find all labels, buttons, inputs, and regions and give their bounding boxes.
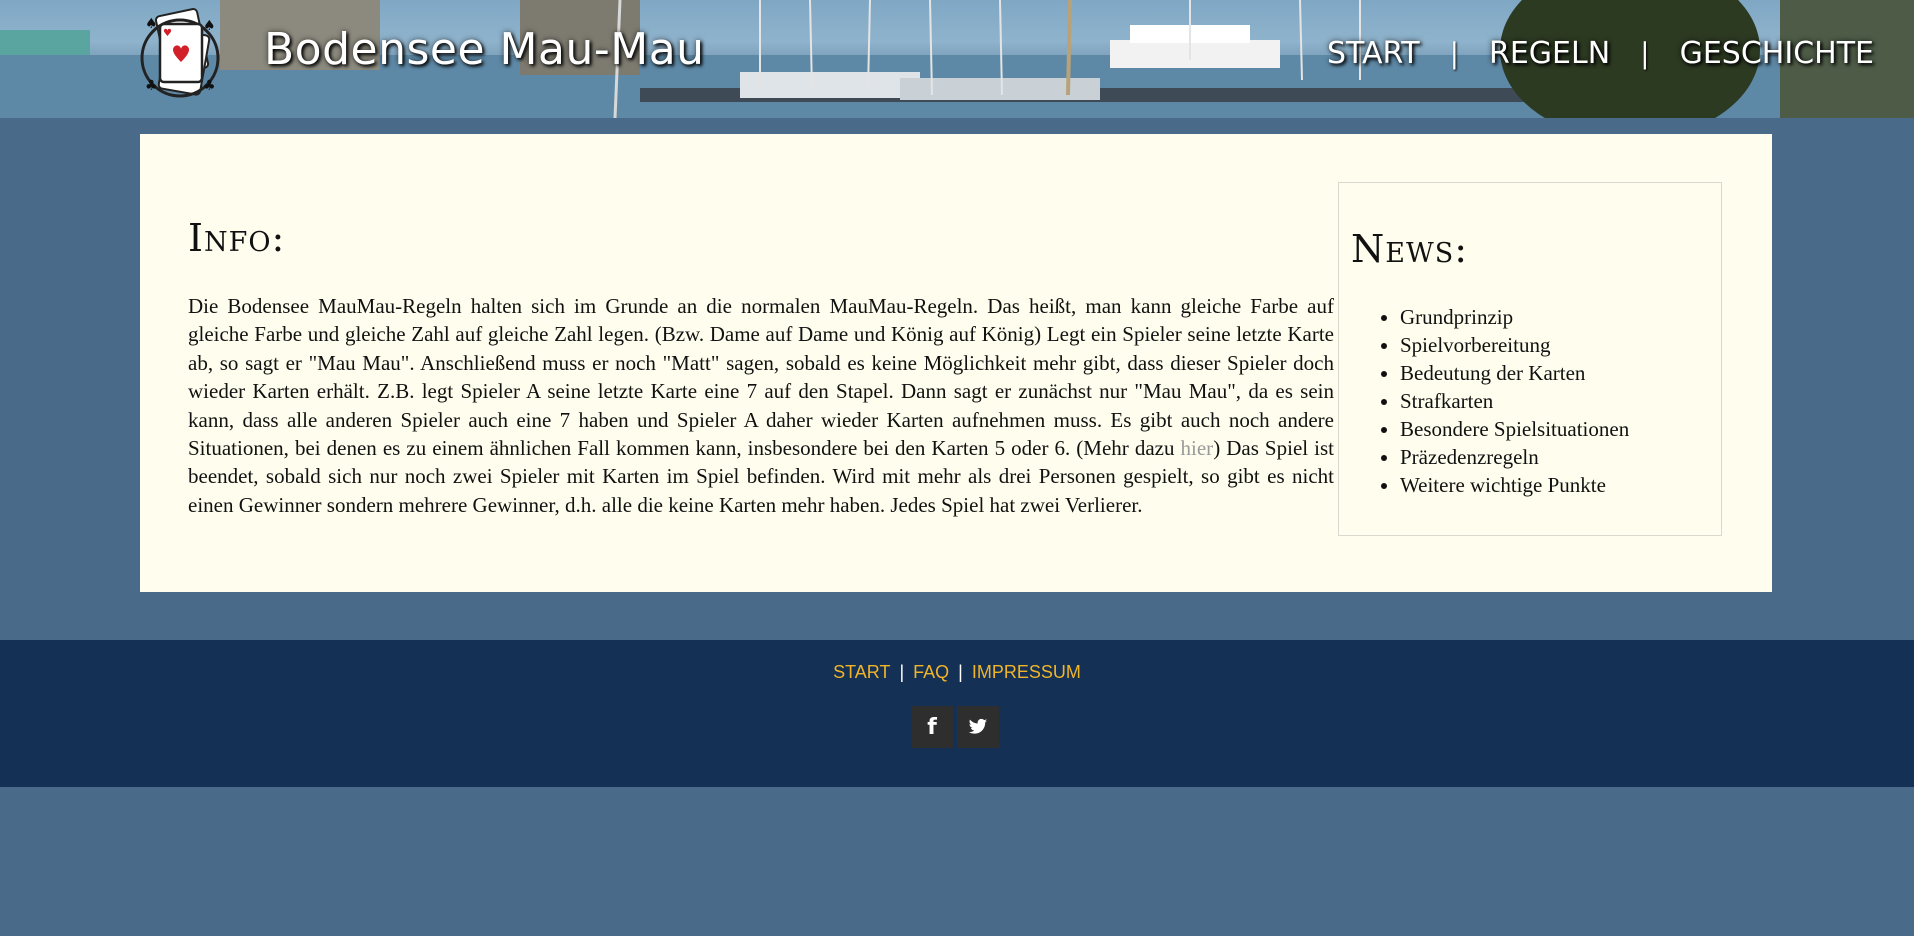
social-buttons: f [911, 706, 999, 748]
footer-link-impressum[interactable]: IMPRESSUM [972, 662, 1081, 682]
info-text: Die Bodensee MauMau-Regeln halten sich i… [188, 292, 1334, 519]
nav-separator: | [1449, 37, 1459, 70]
nav-regeln[interactable]: REGELN [1489, 36, 1610, 71]
info-hier-link[interactable]: hier [1181, 436, 1214, 460]
info-heading: Info: [188, 216, 286, 260]
svg-text:♣: ♣ [145, 78, 158, 94]
facebook-button[interactable]: f [911, 706, 953, 748]
footer-link-start[interactable]: START [833, 662, 890, 682]
news-heading: News: [1351, 227, 1469, 271]
news-item-strafkarten[interactable]: Strafkarten [1400, 387, 1629, 415]
info-text-part-1: Die Bodensee MauMau-Regeln halten sich i… [188, 294, 1334, 461]
facebook-icon: f [927, 714, 937, 740]
content-panel: Info: Die Bodensee MauMau-Regeln halten … [140, 134, 1772, 592]
news-list: Grundprinzip Spielvorbereitung Bedeutung… [1339, 303, 1629, 499]
footer-links: START | FAQ | IMPRESSUM [0, 662, 1914, 683]
svg-text:♥: ♥ [163, 28, 172, 39]
svg-text:♠: ♠ [145, 16, 158, 32]
footer-separator: | [958, 662, 963, 682]
news-item-besondere-spielsituationen[interactable]: Besondere Spielsituationen [1400, 415, 1629, 443]
news-sidebar: News: Grundprinzip Spielvorbereitung Bed… [1338, 182, 1722, 536]
footer: START | FAQ | IMPRESSUM f [0, 640, 1914, 787]
news-item-grundprinzip[interactable]: Grundprinzip [1400, 303, 1629, 331]
nav-geschichte[interactable]: GESCHICHTE [1680, 36, 1874, 71]
twitter-icon [968, 718, 988, 734]
news-item-weitere-wichtige-punkte[interactable]: Weitere wichtige Punkte [1400, 471, 1629, 499]
logo-card-icon: ♥ ♠ ♠ ♣ ♣ [140, 8, 220, 98]
nav-start[interactable]: START [1327, 36, 1420, 71]
svg-text:♠: ♠ [203, 18, 216, 34]
news-item-bedeutung-der-karten[interactable]: Bedeutung der Karten [1400, 359, 1629, 387]
site-title[interactable]: Bodensee Mau-Mau [264, 24, 705, 75]
svg-text:♣: ♣ [203, 78, 216, 94]
news-item-praezedenzregeln[interactable]: Präzedenzregeln [1400, 443, 1629, 471]
footer-separator: | [899, 662, 905, 682]
footer-link-faq[interactable]: FAQ [913, 662, 949, 682]
news-item-spielvorbereitung[interactable]: Spielvorbereitung [1400, 331, 1629, 359]
twitter-button[interactable] [957, 706, 999, 748]
nav-separator: | [1640, 37, 1650, 70]
header-banner: ♥ ♠ ♠ ♣ ♣ Bodensee Mau-Mau START | REGEL… [0, 0, 1914, 118]
main-nav: START | REGELN | GESCHICHTE [1327, 36, 1874, 71]
